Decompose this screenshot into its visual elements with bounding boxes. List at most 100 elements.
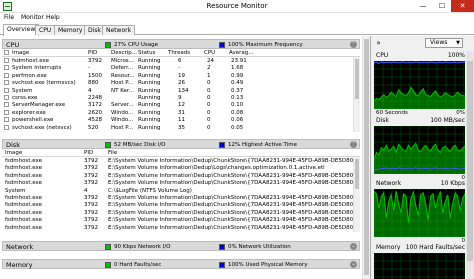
table-row[interactable]: fsdmhost.exe 3792 E:\System Volume Informa… bbox=[2, 225, 360, 232]
table-row[interactable]: svchost.exe (netsvcs) 520 Host P... Running… bbox=[2, 124, 360, 132]
table-row[interactable]: fsdmhost.exe 3792 E:\System Volume Informa… bbox=[2, 180, 360, 187]
cpu-graph: CPU 100% 60 Seconds 0% bbox=[374, 52, 465, 116]
memory-section-header[interactable]: Memory 0 Hard Faults/sec 100% Used Physi… bbox=[2, 259, 360, 269]
cpu-table-header: Image PID Descrip... Status Threads CPU … bbox=[2, 50, 360, 57]
col-description[interactable]: Descrip... bbox=[111, 50, 137, 56]
table-row[interactable]: fsdmhost.exe 3792 E:\System Volume Informa… bbox=[2, 210, 360, 217]
table-cell: 3792 bbox=[84, 202, 98, 209]
row-checkbox[interactable] bbox=[4, 109, 9, 115]
col-threads[interactable]: Threads bbox=[168, 50, 190, 56]
collapse-chevron-icon[interactable]: ⌃ bbox=[350, 41, 357, 48]
tab-overview[interactable]: Overview bbox=[3, 24, 40, 36]
row-checkbox[interactable] bbox=[4, 117, 9, 123]
views-dropdown[interactable]: Views ▼ bbox=[425, 38, 463, 48]
col-status[interactable]: Status bbox=[138, 50, 156, 56]
row-checkbox[interactable] bbox=[4, 95, 9, 100]
table-cell: Running bbox=[138, 102, 161, 109]
row-checkbox[interactable] bbox=[4, 80, 9, 86]
table-row[interactable]: perfmon.exe 1500 Resour... Running 19 1 0.99 bbox=[2, 72, 360, 80]
row-checkbox[interactable] bbox=[4, 72, 9, 78]
row-checkbox[interactable] bbox=[4, 65, 9, 71]
minimize-button[interactable]: — bbox=[413, 0, 433, 12]
row-checkbox[interactable] bbox=[4, 124, 9, 130]
network-section-header[interactable]: Network 90 Kbps Network I/O 0% Network U… bbox=[2, 241, 360, 251]
col-pid[interactable]: PID bbox=[84, 150, 93, 156]
table-cell: 0.10 bbox=[231, 102, 244, 109]
graph-panel-scrollbar[interactable] bbox=[466, 51, 474, 279]
row-checkbox[interactable] bbox=[4, 58, 9, 63]
col-average[interactable]: Averag... bbox=[229, 50, 253, 56]
table-cell: 4 bbox=[84, 187, 88, 194]
table-cell: 0 bbox=[207, 117, 211, 124]
table-cell: fsdmhost.exe bbox=[5, 165, 43, 172]
table-row[interactable]: fsdmhost.exe 3792 E:\System Volume Informa… bbox=[2, 202, 360, 209]
col-image[interactable]: Image bbox=[12, 50, 29, 56]
table-cell: 0.08 bbox=[231, 109, 244, 116]
table-row[interactable]: fsdmhost.exe 3792 E:\System Volume Informa… bbox=[2, 165, 360, 172]
collapse-chevron-icon[interactable]: ⌃ bbox=[350, 141, 357, 148]
table-cell: Running bbox=[138, 117, 161, 124]
cpu-table-scrollbar[interactable] bbox=[353, 57, 360, 132]
disk-section-title: Disk bbox=[6, 141, 20, 149]
cpu-graph-plot bbox=[374, 61, 465, 109]
cpu-section-header[interactable]: CPU 27% CPU Usage 100% Maximum Frequency… bbox=[2, 39, 360, 49]
table-row[interactable]: fsdmhost.exe 3792 E:\System Volume Informa… bbox=[2, 173, 360, 180]
table-row[interactable]: fsdmhost.exe 3792 E:\System Volume Informa… bbox=[2, 158, 360, 165]
menu-monitor[interactable]: Monitor bbox=[21, 14, 44, 21]
table-cell: 0 bbox=[207, 87, 211, 94]
close-button[interactable]: ✕ bbox=[451, 0, 474, 12]
table-cell: E:\System Volume Information\Dedup\Chunk… bbox=[108, 195, 354, 201]
graph-scale-max: 100 Hard Faults/sec bbox=[405, 244, 465, 251]
row-checkbox[interactable] bbox=[4, 87, 9, 93]
table-row[interactable]: System 4 NT Ker... Running 134 0 0.37 bbox=[2, 87, 360, 95]
table-cell: 3792 bbox=[84, 209, 98, 216]
overview-panel: CPU 27% CPU Usage 100% Maximum Frequency… bbox=[0, 36, 370, 279]
table-cell: E:\System Volume Information\Dedup\Chunk… bbox=[108, 172, 354, 179]
menu-help[interactable]: Help bbox=[46, 14, 60, 21]
table-row[interactable]: System Interrupts - Deferr... Running - 2 1.68 bbox=[2, 65, 360, 72]
table-row[interactable]: System 4 C:\$LogFile (NTFS Volume Log) bbox=[2, 188, 360, 195]
tab-network[interactable]: Network bbox=[102, 25, 136, 35]
disk-section-header[interactable]: Disk 52 MB/sec Disk I/O 12% Highest Acti… bbox=[2, 139, 360, 149]
table-row[interactable]: fsdmhost.exe 3792 E:\System Volume Informa… bbox=[2, 217, 360, 224]
table-row[interactable]: csrss.exe 2248 Running 9 0 0.13 bbox=[2, 95, 360, 102]
table-cell: 0 bbox=[207, 95, 211, 101]
select-all-checkbox[interactable] bbox=[4, 50, 9, 55]
menu-file[interactable]: File bbox=[4, 14, 14, 21]
table-row[interactable]: fsdmhost.exe 3792 E:\System Volume Informa… bbox=[2, 195, 360, 202]
views-label: Views bbox=[430, 39, 448, 46]
row-checkbox[interactable] bbox=[4, 102, 9, 108]
disk-table-scrollbar[interactable] bbox=[353, 157, 360, 232]
maximize-button[interactable]: ☐ bbox=[432, 0, 452, 12]
table-cell: Server... bbox=[111, 102, 134, 109]
table-row[interactable]: powershell.exe 4528 Windo... Running 11 0 0.06 bbox=[2, 117, 360, 124]
table-cell: E:\System Volume Information\Dedup\Chunk… bbox=[108, 209, 354, 216]
expand-chevron-icon[interactable]: ⌄ bbox=[350, 261, 357, 268]
expand-chevron-icon[interactable]: ⌄ bbox=[350, 243, 357, 250]
collapse-panel-icon[interactable]: » bbox=[374, 39, 383, 47]
table-cell: 9 bbox=[178, 95, 182, 101]
table-row[interactable]: explorer.exe 2620 Windo... Running 31 0 0.08 bbox=[2, 109, 360, 117]
col-file[interactable]: File bbox=[108, 150, 117, 156]
col-cpu[interactable]: CPU bbox=[204, 50, 215, 56]
blue-legend-swatch bbox=[219, 244, 225, 250]
table-cell: 31 bbox=[178, 109, 185, 116]
tab-cpu[interactable]: CPU bbox=[35, 25, 56, 35]
disk-activity-table: Image PID File fsdmhost.exe 3792 E:\System… bbox=[2, 150, 360, 232]
table-cell: 3792 bbox=[84, 180, 98, 187]
table-cell: E:\System Volume Information\Dedup\Chunk… bbox=[108, 180, 354, 187]
tab-memory[interactable]: Memory bbox=[54, 25, 87, 35]
table-row[interactable]: fsdmhost.exe 3792 Micros... Running 6 24 23.91 bbox=[2, 58, 360, 65]
cpu-frequency-stat: 100% Maximum Frequency bbox=[228, 42, 303, 48]
table-cell: System bbox=[5, 187, 26, 194]
overview-scrollbar[interactable] bbox=[362, 36, 370, 279]
table-cell: 0.99 bbox=[231, 72, 244, 79]
graph-title: Memory bbox=[376, 244, 401, 251]
col-image[interactable]: Image bbox=[5, 150, 22, 156]
table-row[interactable]: svchost.exe (termsvcs) 880 Host P... Runnin… bbox=[2, 80, 360, 87]
graph-time-span: 60 Seconds bbox=[376, 110, 408, 116]
col-pid[interactable]: PID bbox=[88, 50, 97, 56]
green-legend-swatch bbox=[105, 42, 111, 48]
table-row[interactable]: ServerManager.exe 3172 Server... Running 12 0… bbox=[2, 102, 360, 109]
table-cell: svchost.exe (netsvcs) bbox=[12, 124, 72, 131]
